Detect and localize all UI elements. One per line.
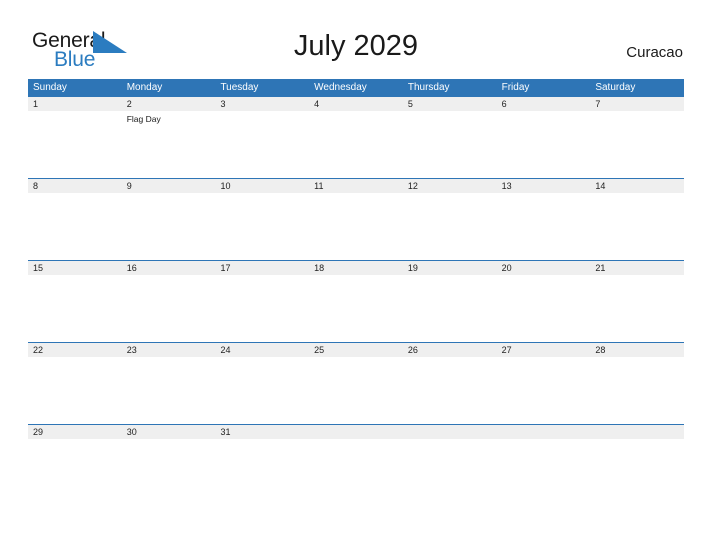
day-cell[interactable] (590, 357, 684, 424)
day-cell[interactable] (590, 111, 684, 178)
day-cell[interactable] (28, 439, 122, 506)
day-number[interactable]: 27 (497, 343, 591, 357)
week-row: 1 2 3 4 5 6 7 Flag Day (28, 96, 684, 178)
day-cell[interactable] (215, 193, 309, 260)
week-date-strip: 15 16 17 18 19 20 21 (28, 261, 684, 275)
day-cell[interactable] (215, 111, 309, 178)
weekday-friday: Friday (501, 82, 530, 93)
day-cell[interactable] (403, 193, 497, 260)
day-number[interactable]: 23 (122, 343, 216, 357)
day-cell[interactable] (309, 357, 403, 424)
weekday-tuesday: Tuesday (220, 82, 259, 93)
day-cell[interactable] (403, 111, 497, 178)
day-number[interactable]: 16 (122, 261, 216, 275)
day-number[interactable]: 7 (590, 97, 684, 111)
day-cell[interactable] (497, 111, 591, 178)
day-number[interactable]: 3 (215, 97, 309, 111)
week-event-strip (28, 439, 684, 506)
weekday-monday: Monday (126, 82, 163, 93)
week-event-strip: Flag Day (28, 111, 684, 178)
day-cell[interactable] (590, 275, 684, 342)
region-label: Curacao (626, 44, 683, 61)
day-number[interactable]: 13 (497, 179, 591, 193)
calendar-grid: Sunday Monday Tuesday Wednesday Thursday… (28, 79, 684, 506)
day-cell[interactable] (309, 193, 403, 260)
week-event-strip (28, 275, 684, 342)
day-number[interactable]: 4 (309, 97, 403, 111)
event-label: Flag Day (126, 114, 161, 124)
page-title: July 2029 (293, 30, 419, 62)
day-number[interactable]: 26 (403, 343, 497, 357)
day-number[interactable]: 25 (309, 343, 403, 357)
week-date-strip: 8 9 10 11 12 13 14 (28, 179, 684, 193)
day-cell[interactable] (122, 193, 216, 260)
day-cell[interactable] (28, 193, 122, 260)
day-cell[interactable] (122, 357, 216, 424)
day-cell[interactable] (28, 357, 122, 424)
weekday-sunday: Sunday (33, 82, 67, 93)
day-cell[interactable] (497, 275, 591, 342)
day-cell[interactable] (497, 193, 591, 260)
week-event-strip (28, 193, 684, 260)
day-number[interactable]: 8 (28, 179, 122, 193)
day-number[interactable]: 5 (403, 97, 497, 111)
day-number[interactable]: 15 (28, 261, 122, 275)
day-number[interactable]: 12 (403, 179, 497, 193)
week-row: 22 23 24 25 26 27 28 (28, 342, 684, 424)
day-cell[interactable] (122, 439, 216, 506)
week-row: 15 16 17 18 19 20 21 (28, 260, 684, 342)
day-number[interactable]: 21 (590, 261, 684, 275)
day-cell[interactable] (28, 111, 122, 178)
weekday-saturday: Saturday (595, 82, 636, 93)
day-number[interactable]: 6 (497, 97, 591, 111)
page-header: General Blue July 2029 Curacao (0, 0, 712, 78)
weekday-header-row: Sunday Monday Tuesday Wednesday Thursday… (28, 79, 684, 96)
day-cell[interactable] (215, 275, 309, 342)
day-cell[interactable] (122, 275, 216, 342)
day-cell[interactable] (215, 439, 309, 506)
day-number-empty (497, 425, 591, 439)
day-number[interactable]: 18 (309, 261, 403, 275)
day-number[interactable]: 17 (215, 261, 309, 275)
weekday-wednesday: Wednesday (314, 82, 367, 93)
day-number[interactable]: 31 (215, 425, 309, 439)
day-cell[interactable] (403, 357, 497, 424)
day-cell-empty (309, 439, 403, 506)
day-number[interactable]: 14 (590, 179, 684, 193)
day-number[interactable]: 20 (497, 261, 591, 275)
day-number[interactable]: 29 (28, 425, 122, 439)
day-number-empty (403, 425, 497, 439)
week-date-strip: 1 2 3 4 5 6 7 (28, 97, 684, 111)
day-cell-empty (590, 439, 684, 506)
day-cell[interactable] (403, 275, 497, 342)
day-cell[interactable] (28, 275, 122, 342)
day-number[interactable]: 19 (403, 261, 497, 275)
day-number[interactable]: 22 (28, 343, 122, 357)
day-cell[interactable] (497, 357, 591, 424)
day-number[interactable]: 2 (122, 97, 216, 111)
day-cell[interactable] (309, 275, 403, 342)
day-cell-empty (497, 439, 591, 506)
day-number[interactable]: 28 (590, 343, 684, 357)
day-number-empty (590, 425, 684, 439)
day-number[interactable]: 9 (122, 179, 216, 193)
day-cell[interactable] (309, 111, 403, 178)
day-cell-empty (403, 439, 497, 506)
week-date-strip: 22 23 24 25 26 27 28 (28, 343, 684, 357)
weekday-thursday: Thursday (407, 82, 450, 93)
day-number[interactable]: 24 (215, 343, 309, 357)
day-number[interactable]: 1 (28, 97, 122, 111)
week-row: 29 30 31 (28, 424, 684, 506)
day-number-empty (309, 425, 403, 439)
week-date-strip: 29 30 31 (28, 425, 684, 439)
week-event-strip (28, 357, 684, 424)
day-number[interactable]: 10 (215, 179, 309, 193)
week-row: 8 9 10 11 12 13 14 (28, 178, 684, 260)
day-cell[interactable] (215, 357, 309, 424)
day-number[interactable]: 11 (309, 179, 403, 193)
day-cell[interactable]: Flag Day (122, 111, 216, 178)
day-cell[interactable] (590, 193, 684, 260)
day-number[interactable]: 30 (122, 425, 216, 439)
